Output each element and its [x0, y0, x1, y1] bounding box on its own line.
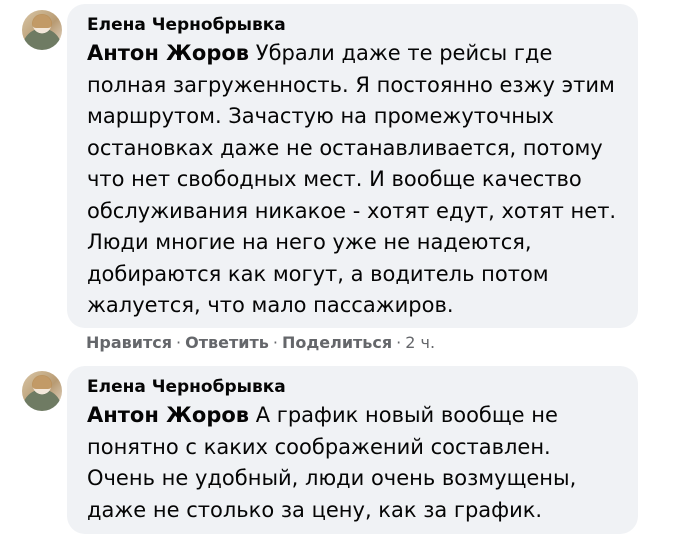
comment-body: Убрали даже те рейсы где полная загружен… [87, 41, 617, 317]
reply-button[interactable]: Ответить [185, 333, 269, 352]
comment-text: Антон Жоров А график новый вообще не пон… [87, 400, 618, 526]
comment-actions: Нравится · Ответить · Поделиться · 2 ч. [86, 333, 435, 353]
comment-author[interactable]: Елена Чернобрывка [87, 14, 286, 36]
comment-text: Антон Жоров Убрали даже те рейсы где пол… [87, 38, 618, 322]
separator: · [396, 333, 402, 352]
avatar[interactable] [22, 371, 62, 411]
share-button[interactable]: Поделиться [282, 333, 392, 352]
mention-link[interactable]: Антон Жоров [87, 41, 249, 65]
avatar[interactable] [22, 10, 62, 50]
like-button[interactable]: Нравится [86, 333, 172, 352]
comment-author[interactable]: Елена Чернобрывка [87, 376, 286, 398]
separator: · [272, 333, 278, 352]
comment-bubble: Елена Чернобрывка Антон Жоров А график н… [67, 366, 638, 534]
mention-link[interactable]: Антон Жоров [87, 403, 249, 427]
comment-bubble: Елена Чернобрывка Антон Жоров Убрали даж… [67, 4, 638, 328]
comment-timestamp[interactable]: 2 ч. [405, 333, 435, 352]
separator: · [176, 333, 182, 352]
